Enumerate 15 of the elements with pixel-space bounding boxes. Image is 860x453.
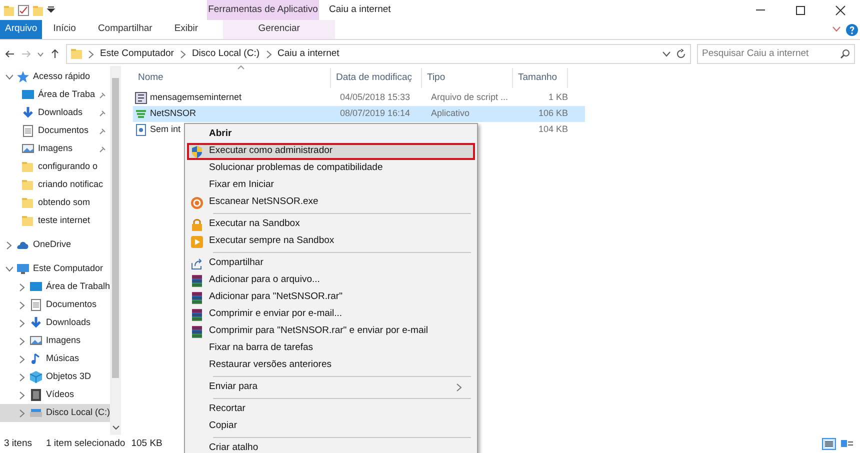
file-type: Arquivo de script ...: [430, 91, 510, 104]
status-text: 105 KB: [131, 436, 162, 451]
tab-group-label: Ferramentas de Aplicativo: [207, 0, 319, 20]
file-size: 104 KB: [537, 123, 569, 136]
window-title: Caiu a internet: [329, 2, 391, 17]
file-name: NetSNSOR: [149, 108, 196, 118]
status-text: 1 item selecionado: [46, 436, 126, 451]
file-type: Aplicativo: [430, 107, 471, 120]
file-date: 08/07/2019 16:14: [339, 107, 412, 120]
file-name: mensagemseminternet: [149, 92, 242, 102]
file-name: Sem int: [149, 124, 181, 134]
file-size: 1 KB: [547, 91, 569, 104]
status-text: 3 itens: [4, 436, 32, 451]
file-date: 04/05/2018 15:33: [339, 91, 412, 104]
file-size: 106 KB: [537, 107, 569, 120]
